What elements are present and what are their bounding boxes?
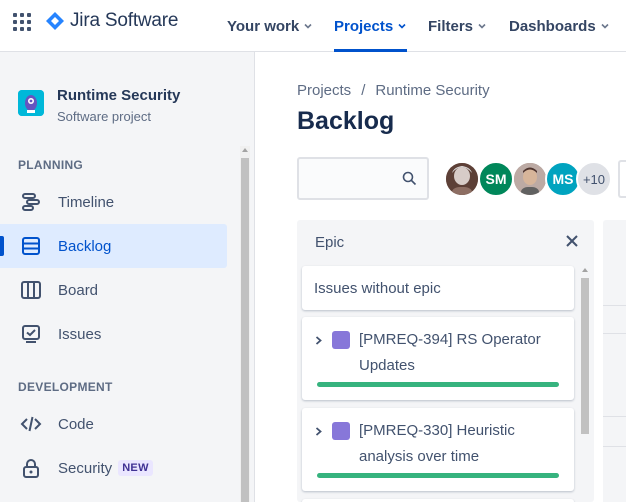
nav-projects[interactable]: Projects (334, 0, 408, 52)
code-icon (20, 416, 42, 432)
project-name: Runtime Security (57, 87, 181, 104)
epic-card[interactable]: [PMREQ-394] RS Operator Updates (302, 317, 574, 400)
board-icon (21, 281, 41, 299)
close-icon[interactable] (565, 234, 579, 248)
epic-card[interactable]: [PMREQ-330] Heuristic analysis over time (302, 408, 574, 491)
sidebar-item-label: Issues (58, 325, 102, 343)
sidebar-item-backlog[interactable]: Backlog (0, 224, 227, 268)
user-photo-icon (514, 163, 546, 195)
nav-filters[interactable]: Filters (428, 0, 487, 52)
sidebar-item-label: Backlog (58, 237, 112, 255)
sidebar-item-timeline[interactable]: Timeline (0, 180, 227, 224)
jira-logo-icon (46, 12, 64, 30)
nav-label: Your work (227, 17, 300, 35)
epic-color-swatch (332, 331, 350, 349)
sidebar-item-issues[interactable]: Issues (0, 312, 227, 356)
top-navigation: Jira Software Your work Projects Filters… (0, 0, 626, 52)
avatar-initials: MS (552, 171, 574, 187)
sidebar-item-code[interactable]: Code (0, 402, 227, 446)
new-badge: NEW (118, 460, 153, 476)
sidebar-scrollbar[interactable] (240, 146, 250, 502)
chevron-down-icon (601, 23, 609, 29)
breadcrumb-projects[interactable]: Projects (297, 82, 351, 99)
epic-title: [PMREQ-330] Heuristic analysis over time (359, 422, 515, 465)
epic-panel-scrollbar[interactable] (580, 266, 590, 502)
nav-your-work[interactable]: Your work (227, 0, 313, 52)
project-type: Software project (57, 109, 151, 124)
page-title: Backlog (297, 107, 395, 135)
card-label: Issues without epic (314, 280, 441, 297)
chevron-right-icon[interactable] (314, 336, 323, 345)
divider (603, 416, 626, 417)
robot-icon (18, 90, 44, 116)
issues-icon (22, 325, 40, 343)
project-header[interactable]: Runtime Security Software project (18, 87, 180, 124)
backlog-list (603, 220, 626, 502)
breadcrumb-runtime-security[interactable]: Runtime Security (375, 82, 489, 99)
timeline-icon (22, 193, 40, 211)
divider (603, 333, 626, 334)
avatar[interactable]: SM (478, 161, 514, 197)
sidebar-item-label: Board (58, 281, 99, 299)
sidebar-item-security[interactable]: Security NEW (0, 446, 227, 490)
breadcrumb: Projects / Runtime Security (297, 82, 490, 99)
epic-title: [PMREQ-394] RS Operator Updates (359, 331, 541, 374)
epic-panel-heading: Epic (315, 234, 345, 251)
chevron-down-icon (398, 23, 406, 29)
epic-color-swatch (332, 422, 350, 440)
backlog-icon (22, 237, 40, 255)
chevron-down-icon (304, 23, 312, 29)
development-heading: DEVELOPMENT (18, 380, 113, 394)
app-switcher-icon[interactable] (12, 12, 32, 32)
breadcrumb-separator: / (361, 82, 366, 99)
sidebar-item-label: Timeline (58, 193, 115, 211)
avatar[interactable] (512, 161, 548, 197)
planning-heading: PLANNING (18, 158, 84, 172)
scroll-up-arrow-icon[interactable] (582, 268, 588, 272)
sidebar-item-board[interactable]: Board (0, 268, 227, 312)
chevron-right-icon[interactable] (314, 427, 323, 436)
nav-label: Filters (428, 17, 474, 35)
scrollbar-thumb[interactable] (581, 278, 589, 434)
project-avatar (18, 90, 44, 116)
more-avatars-button[interactable]: +10 (576, 161, 612, 197)
issues-without-epic-card[interactable]: Issues without epic (302, 266, 574, 310)
lock-icon (23, 459, 39, 478)
avatar[interactable] (444, 161, 480, 197)
divider (603, 446, 626, 447)
search-input[interactable] (297, 157, 429, 200)
avatar-initials: SM (485, 171, 507, 187)
epic-progress-bar (317, 473, 559, 478)
scrollbar-thumb[interactable] (241, 158, 249, 502)
user-photo-icon (446, 163, 478, 195)
jira-logo[interactable]: Jira Software (45, 10, 178, 32)
epic-progress-bar (317, 382, 559, 387)
nav-label: Dashboards (509, 17, 596, 35)
app-name: Jira Software (70, 10, 179, 31)
scroll-up-arrow-icon[interactable] (242, 148, 248, 152)
sidebar-item-label: Code (58, 415, 94, 433)
search-icon (402, 171, 417, 186)
sidebar: Runtime Security Software project PLANNI… (0, 52, 255, 502)
nav-label: Projects (334, 17, 394, 35)
more-avatars-count: +10 (582, 171, 606, 187)
nav-dashboards[interactable]: Dashboards (509, 0, 610, 52)
divider (603, 305, 626, 306)
filter-button[interactable] (618, 160, 626, 198)
chevron-down-icon (478, 23, 486, 29)
sidebar-item-label: Security (58, 459, 113, 477)
epic-panel: Epic Issues without epic [PMREQ-394] RS … (297, 220, 594, 502)
